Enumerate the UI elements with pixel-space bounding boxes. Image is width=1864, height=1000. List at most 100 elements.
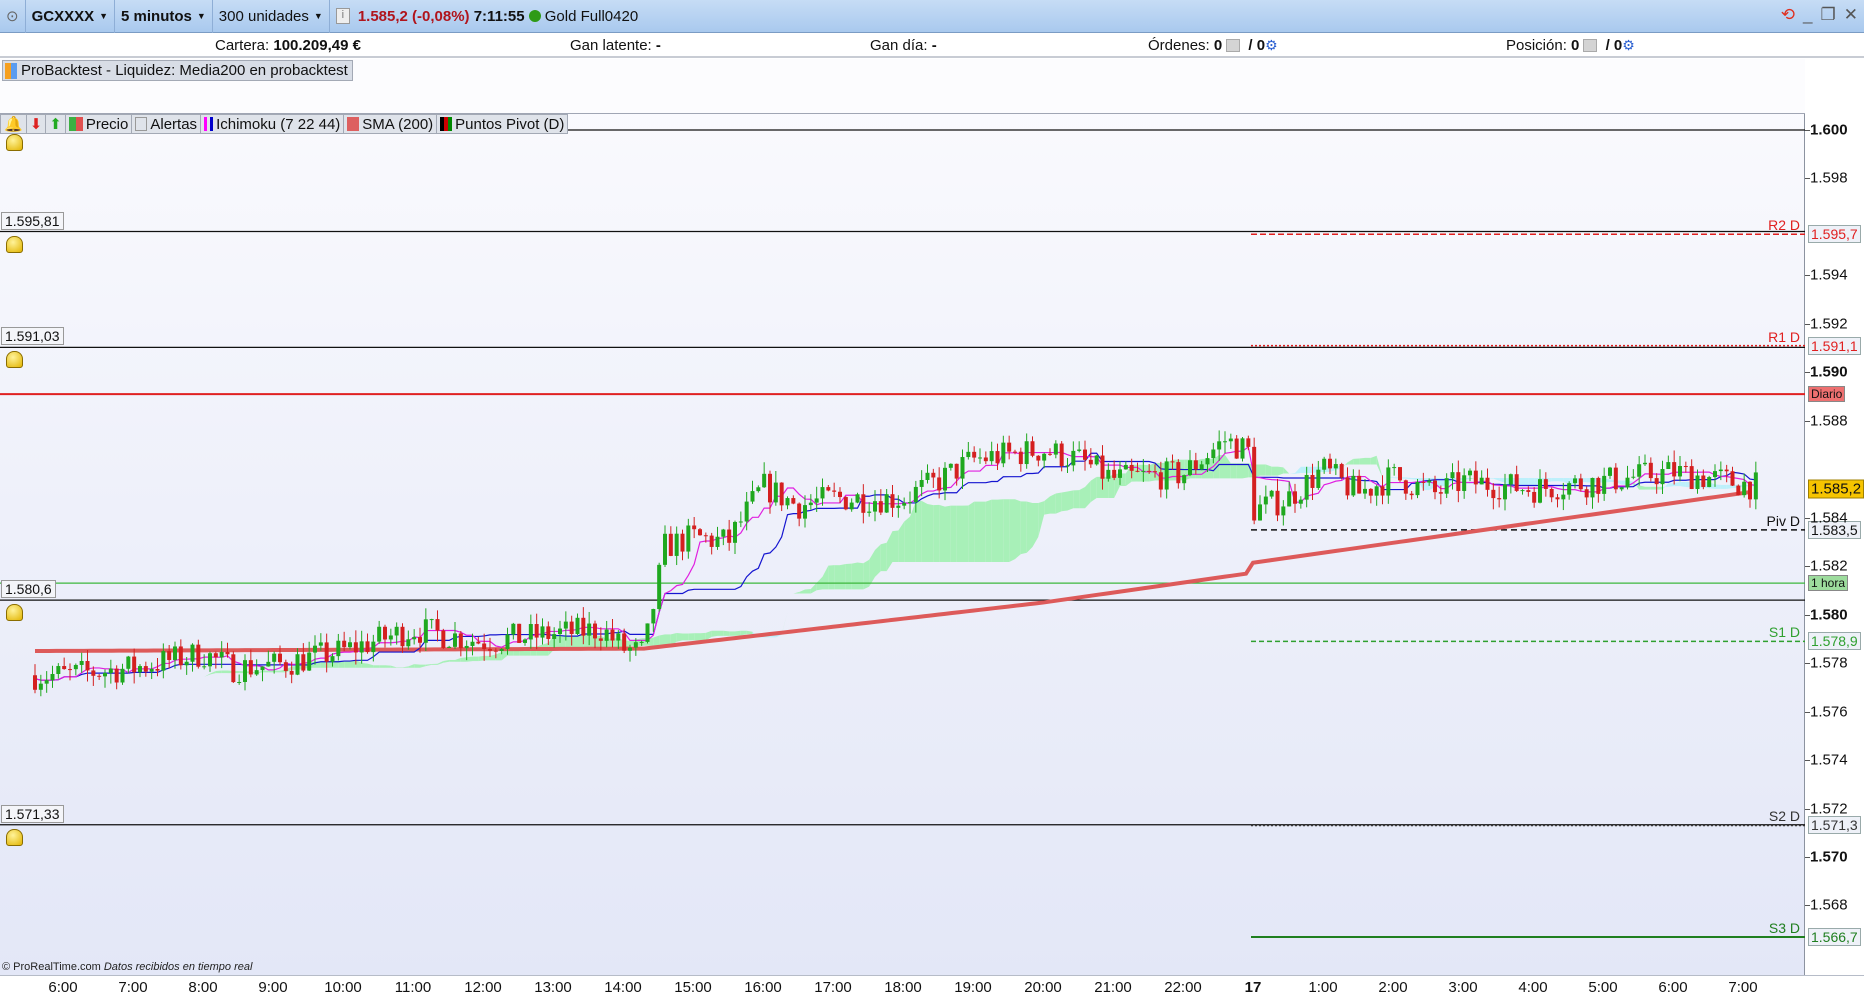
ichimoku-cloud <box>186 676 193 680</box>
ichimoku-cloud <box>980 501 986 562</box>
bell-icon[interactable] <box>6 134 23 151</box>
candle-body <box>1141 470 1146 472</box>
alert-price-label[interactable]: 1.595,81 <box>1 211 64 230</box>
candle-body <box>1100 455 1105 479</box>
candle-body <box>383 626 387 640</box>
candle-body <box>610 629 615 641</box>
candle-body <box>505 634 510 649</box>
pivot-price-label: 1.591,1 <box>1808 336 1861 355</box>
pivot-name: S3 D <box>1768 919 1800 936</box>
candle-body <box>353 642 358 653</box>
candle-body <box>178 646 183 666</box>
price-axis-label: 1.570 <box>1810 848 1848 866</box>
candle-body <box>213 653 218 658</box>
bell-icon[interactable] <box>6 828 23 846</box>
ichimoku-cloud <box>1720 484 1727 489</box>
time-axis-label: 3:00 <box>1448 979 1478 996</box>
candle-body <box>1421 481 1426 483</box>
ichimoku-cloud <box>857 562 864 590</box>
bell-icon[interactable] <box>6 351 23 369</box>
alert-price-label[interactable]: 1.591,03 <box>1 327 64 346</box>
candle-body <box>616 633 621 641</box>
candle-body <box>1013 451 1017 453</box>
candle-body <box>85 660 90 671</box>
ichimoku-cloud <box>991 499 998 562</box>
price-axis-label: 1.600 <box>1810 121 1848 139</box>
time-axis[interactable]: 6:00 7:00 8:00 9:00 10:00 11:00 12:00 13:00 14:0… <box>0 975 1864 1000</box>
candle-body <box>476 641 481 644</box>
candle-body <box>301 654 306 671</box>
ichimoku-cloud <box>1230 463 1237 479</box>
candle-body <box>943 467 947 491</box>
candle-body <box>143 666 148 672</box>
legend-alertas[interactable]: Alertas <box>131 114 202 134</box>
candle-body <box>1030 441 1035 456</box>
ichimoku-cloud <box>1365 457 1371 465</box>
chart-canvas <box>0 129 1805 938</box>
ichimoku-cloud <box>822 565 829 590</box>
candle-body <box>1018 451 1023 465</box>
candle-body <box>1590 477 1595 498</box>
candle-body <box>1246 438 1251 447</box>
price-axis-label: 1.572 <box>1810 800 1848 818</box>
ichimoku-cloud <box>985 499 992 562</box>
candle-body <box>1724 469 1729 472</box>
down-arrow-button[interactable]: ⬇ <box>25 114 47 134</box>
pivot-price-label: 1.566,7 <box>1808 927 1861 946</box>
ichimoku-cloud <box>740 630 747 636</box>
candle-body <box>272 653 277 662</box>
ichimoku-cloud <box>1353 458 1360 465</box>
candle-body <box>1736 485 1741 496</box>
time-axis-label: 17 <box>1244 979 1262 996</box>
time-axis-label: 17:00 <box>814 979 852 996</box>
ichimoku-cloud <box>402 666 409 668</box>
legend-precio[interactable]: Precio <box>64 114 133 134</box>
candle-body <box>814 498 819 503</box>
ichimoku-cloud <box>1044 496 1050 515</box>
bell-icon[interactable] <box>6 235 23 253</box>
candle-body <box>861 494 866 513</box>
alert-price-label[interactable]: 1.571,33 <box>1 804 64 823</box>
candle-body <box>114 668 119 683</box>
candle-body <box>324 642 329 662</box>
up-arrow-button[interactable]: ⬆ <box>45 114 66 134</box>
ichimoku-cloud <box>1137 464 1144 482</box>
candle-body <box>1368 488 1373 496</box>
candle-body <box>406 639 411 647</box>
price-axis-label: 1.576 <box>1810 703 1848 721</box>
candle-body <box>1561 494 1566 500</box>
candle-body <box>202 666 207 668</box>
candle-body <box>873 501 877 512</box>
candle-body <box>1602 475 1607 494</box>
time-axis-label: 7:00 <box>118 979 148 996</box>
candle-body <box>680 533 685 552</box>
candle-body <box>447 646 452 648</box>
time-axis-label: 22:00 <box>1164 979 1202 996</box>
candle-body <box>1065 465 1070 467</box>
pivot-name: R1 D <box>1768 328 1800 345</box>
alert-bell-button[interactable]: 🔔 <box>0 114 27 134</box>
candle-body <box>1654 478 1659 485</box>
candle-body <box>1059 443 1064 467</box>
candle-body <box>855 494 860 503</box>
alert-price-label[interactable]: 1.580,6 <box>1 580 56 599</box>
candle-body <box>715 536 720 547</box>
candle-body <box>762 473 767 488</box>
candle-body <box>400 626 405 647</box>
ichimoku-cloud <box>968 501 975 562</box>
candle-body <box>884 494 889 513</box>
candle-body <box>1450 472 1455 479</box>
candle-body <box>960 457 965 479</box>
bell-icon[interactable] <box>6 604 23 622</box>
time-axis-label: 6:00 <box>1658 979 1688 996</box>
ichimoku-cloud <box>694 633 700 641</box>
time-axis-label: 14:00 <box>604 979 642 996</box>
legend-ichimoku[interactable]: Ichimoku (7 22 44) <box>200 114 345 134</box>
candle-body <box>709 535 714 547</box>
legend-sma[interactable]: SMA (200) <box>343 114 438 134</box>
ichimoku-cloud <box>204 673 210 677</box>
legend-pivots[interactable]: Puntos Pivot (D) <box>436 114 569 134</box>
candle-body <box>1619 487 1624 490</box>
ichimoku-cloud <box>385 665 391 668</box>
time-axis-label: 10:00 <box>324 979 362 996</box>
